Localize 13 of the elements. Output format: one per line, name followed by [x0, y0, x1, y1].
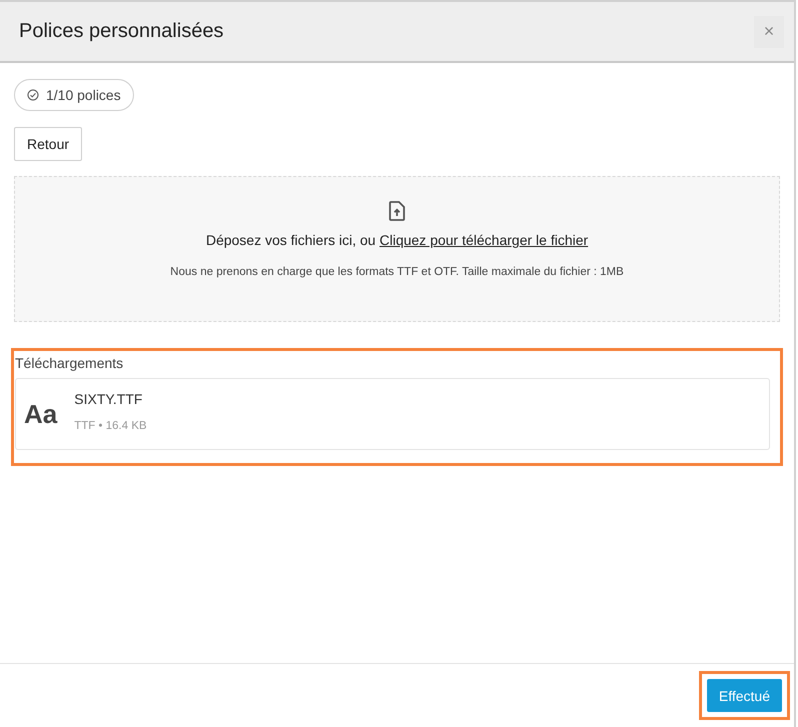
dropzone-text: Déposez vos fichiers ici, ou Cliquez pour télécharger le fichier: [206, 232, 588, 248]
file-upload-icon: [389, 201, 405, 221]
file-name: SIXTY.TTF: [74, 390, 144, 406]
upload-link[interactable]: Cliquez pour télécharger le fichier: [379, 232, 588, 248]
dialog-title: Polices personnalisées: [19, 20, 224, 43]
back-button[interactable]: Retour: [14, 127, 82, 161]
font-preview: Aa: [24, 398, 58, 430]
format-hint: Nous ne prenons en charge que les formats TTF et OTF. Taille maximale du fichier : 1MB: [170, 266, 624, 278]
font-quota-label: 1/10 polices: [46, 87, 121, 103]
check-circle-icon: [27, 89, 39, 101]
file-meta: TTF • 16.4 KB: [74, 420, 147, 432]
file-dropzone[interactable]: Déposez vos fichiers ici, ou Cliquez pour télécharger le fichier Nous ne prenons en charge que les formats TTF et OTF. Taille maximale du fichier : 1MB: [14, 176, 780, 322]
section-title: Téléchargements: [15, 355, 124, 371]
